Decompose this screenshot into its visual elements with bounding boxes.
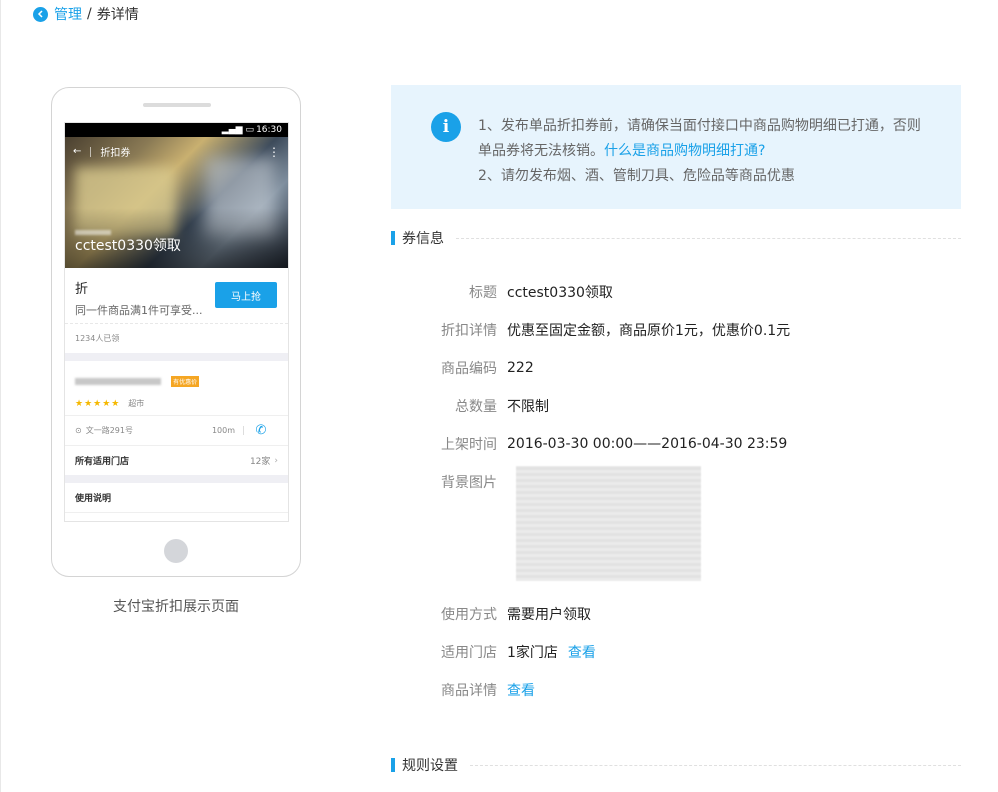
coupon-summary: 折 同一件商品满1件可享受... 马上抢	[65, 268, 288, 323]
notice-line-2: 单品券将无法核销。什么是商品购物明细打通?	[478, 139, 921, 164]
view-stores-link[interactable]: 查看	[568, 642, 596, 662]
field-total-value: 不限制	[507, 399, 549, 415]
field-period: 上架时间 2016-03-30 00:00——2016-04-30 23:59	[391, 434, 961, 454]
notice-line-3: 2、请勿发布烟、酒、管制刀具、危险品等商品优惠	[478, 168, 795, 184]
field-code-value: 222	[507, 360, 534, 376]
field-stores: 适用门店 1家门店 查看	[391, 642, 961, 662]
field-discount-value: 优惠至固定金额，商品原价1元，优惠价0.1元	[507, 323, 791, 339]
field-product: 商品详情 查看	[391, 680, 961, 700]
more-vertical-icon: ⋮	[268, 144, 280, 159]
notice-box: i 1、发布单品折扣券前，请确保当面付接口中商品购物明细已打通，否则 单品券将无…	[391, 85, 961, 209]
notice-line-2-text: 单品券将无法核销。	[478, 143, 604, 159]
chevron-right-icon: ›	[274, 455, 278, 466]
usage-instructions-row: 使用说明	[65, 483, 288, 513]
coupon-info-title: 券信息	[402, 231, 444, 247]
phone-home-button	[164, 539, 188, 563]
phone-preview: ▂▄▆ ▭ 16:30 ← 折扣券 ⋮ cctest0330领取 折 同一件商品…	[51, 87, 301, 577]
applicable-stores-label: 所有适用门店	[75, 457, 130, 467]
field-background-label: 背景图片	[441, 475, 497, 491]
coupon-hero-image: ← 折扣券 ⋮ cctest0330领取	[65, 137, 288, 268]
store-tag: 有优惠价	[171, 376, 200, 387]
field-usage-value: 需要用户领取	[507, 607, 591, 623]
breadcrumb-separator: /	[87, 6, 92, 22]
status-time: 16:30	[256, 125, 282, 135]
field-title-value: cctest0330领取	[507, 285, 613, 301]
preview-caption: 支付宝折扣展示页面	[113, 599, 239, 615]
star-icons: ★★★★★	[75, 399, 121, 409]
field-discount-label: 折扣详情	[441, 323, 497, 339]
field-usage: 使用方式 需要用户领取	[391, 604, 961, 624]
store-address: 文一路291号	[85, 426, 133, 435]
phone-speaker	[143, 103, 211, 107]
location-pin-icon: ⊙	[75, 426, 82, 435]
rules-section-header: 规则设置	[391, 756, 961, 774]
phone-screen: ▂▄▆ ▭ 16:30 ← 折扣券 ⋮ cctest0330领取 折 同一件商品…	[64, 122, 289, 522]
store-address-row: ⊙ 文一路291号 100m ✆	[65, 415, 288, 445]
field-total: 总数量 不限制	[391, 396, 961, 416]
field-stores-value: 1家门店	[507, 645, 558, 661]
arrow-left-icon: ←	[73, 146, 82, 157]
coupon-info-section-header: 券信息	[391, 229, 961, 247]
rules-title: 规则设置	[402, 758, 458, 774]
page-left-border	[0, 0, 1, 792]
field-discount: 折扣详情 优惠至固定金额，商品原价1元，优惠价0.1元	[391, 320, 961, 340]
field-period-value: 2016-03-30 00:00——2016-04-30 23:59	[507, 436, 788, 452]
status-bar: ▂▄▆ ▭ 16:30	[65, 123, 288, 137]
field-code: 商品编码 222	[391, 358, 961, 378]
store-category: 超市	[128, 399, 145, 408]
field-stores-label: 适用门店	[441, 645, 497, 661]
field-total-label: 总数量	[455, 399, 497, 415]
field-product-label: 商品详情	[441, 683, 497, 699]
claimed-count: 1234人已领	[65, 323, 288, 353]
applicable-stores-row: 所有适用门店 12家 ›	[65, 445, 288, 475]
hero-title: cctest0330领取	[75, 238, 181, 254]
hero-nav-title: 折扣券	[100, 148, 131, 159]
usage-label: 使用说明	[75, 494, 112, 504]
grab-button: 马上抢	[215, 282, 277, 308]
store-info: 有优惠价 ★★★★★ 超市	[65, 361, 288, 415]
notice-line-1: 1、发布单品折扣券前，请确保当面付接口中商品购物明细已打通，否则	[478, 118, 921, 134]
field-usage-label: 使用方式	[441, 607, 497, 623]
field-title: 标题 cctest0330领取	[391, 282, 961, 302]
phone-call-icon: ✆	[255, 423, 267, 438]
breadcrumb: 管理 / 券详情	[33, 5, 139, 23]
field-title-label: 标题	[469, 285, 497, 301]
field-period-label: 上架时间	[441, 437, 497, 453]
signal-icon: ▂▄▆	[221, 125, 243, 135]
info-icon: i	[431, 112, 461, 142]
store-distance: 100m	[212, 426, 244, 435]
purchase-details-help-link[interactable]: 什么是商品购物明细打通?	[604, 143, 765, 159]
background-image-thumbnail[interactable]	[516, 466, 701, 581]
rating-stars: ★★★★★ 超市	[75, 398, 278, 409]
field-code-label: 商品编码	[441, 361, 497, 377]
battery-icon: ▭	[245, 125, 255, 135]
back-icon[interactable]	[33, 6, 48, 22]
store-name-blurred	[75, 378, 161, 385]
applicable-stores-count: 12家	[249, 457, 271, 467]
breadcrumb-current: 券详情	[96, 7, 139, 23]
breadcrumb-parent-link[interactable]: 管理	[54, 4, 82, 24]
view-product-link[interactable]: 查看	[507, 680, 535, 700]
